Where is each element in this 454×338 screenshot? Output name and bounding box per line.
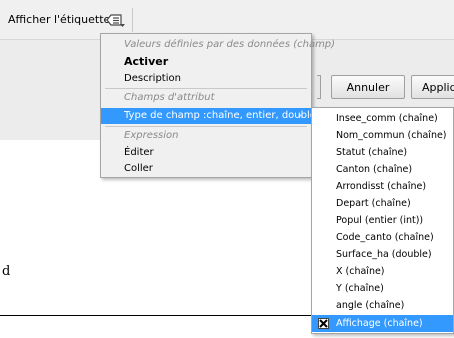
menu-item-description[interactable]: Description xyxy=(101,71,311,87)
label-options-button[interactable] xyxy=(104,9,128,31)
context-menu: Valeurs définies par des données (champ)… xyxy=(100,33,336,178)
field-submenu: Insee_comm (chaîne) Nom_commun (chaîne) … xyxy=(311,107,454,334)
toolbar-separator xyxy=(132,8,133,32)
label-dropdown-icon xyxy=(106,11,126,29)
submenu-item-statut[interactable]: Statut (chaîne) xyxy=(312,144,453,161)
menu-item-field-type-label: Type de champ :chaîne, entier, double xyxy=(124,110,316,121)
submenu-item-code-canto[interactable]: Code_canto (chaîne) xyxy=(312,229,453,246)
submenu-item-affichage-label: Affichage (chaîne) xyxy=(336,318,423,329)
menu-item-editer[interactable]: Éditer xyxy=(101,145,311,161)
apply-button[interactable]: Appliquer xyxy=(411,75,454,99)
submenu-item-affichage[interactable]: Affichage (chaîne) xyxy=(312,315,453,332)
submenu-item-arrondisst[interactable]: Arrondisst (chaîne) xyxy=(312,178,453,195)
submenu-item-nom-commun[interactable]: Nom_commun (chaîne) xyxy=(312,127,453,144)
menu-item-coller[interactable]: Coller xyxy=(101,161,311,177)
submenu-item-x[interactable]: X (chaîne) xyxy=(312,263,453,280)
menu-separator xyxy=(105,126,307,127)
submenu-item-popul[interactable]: Popul (entier (int)) xyxy=(312,212,453,229)
screen: Annuler Appliquer d Afficher l'étiquette… xyxy=(0,0,454,338)
submenu-item-canton[interactable]: Canton (chaîne) xyxy=(312,161,453,178)
partial-text: d xyxy=(2,264,11,279)
show-label-text: Afficher l'étiquette xyxy=(8,13,111,26)
submenu-item-insee-comm[interactable]: Insee_comm (chaîne) xyxy=(312,110,453,127)
menu-section-attribute-fields: Champs d'attribut xyxy=(124,92,215,103)
menu-item-field-type[interactable]: Type de champ :chaîne, entier, double › xyxy=(101,108,316,124)
submenu-item-surface-ha[interactable]: Surface_ha (double) xyxy=(312,246,453,263)
submenu-item-angle[interactable]: angle (chaîne) xyxy=(312,297,453,314)
checked-checkbox-icon xyxy=(318,318,329,329)
submenu-item-y[interactable]: Y (chaîne) xyxy=(312,280,453,297)
menu-item-activer[interactable]: Activer xyxy=(101,54,311,70)
menu-separator xyxy=(105,88,307,89)
hidden-button-edge xyxy=(317,75,321,99)
menu-section-data-defined: Valeurs définies par des données (champ) xyxy=(124,39,336,50)
submenu-item-depart[interactable]: Depart (chaîne) xyxy=(312,195,453,212)
cancel-button[interactable]: Annuler xyxy=(331,75,405,99)
menu-section-expression: Expression xyxy=(124,130,179,141)
submenu-arrow-icon: › xyxy=(298,111,302,121)
